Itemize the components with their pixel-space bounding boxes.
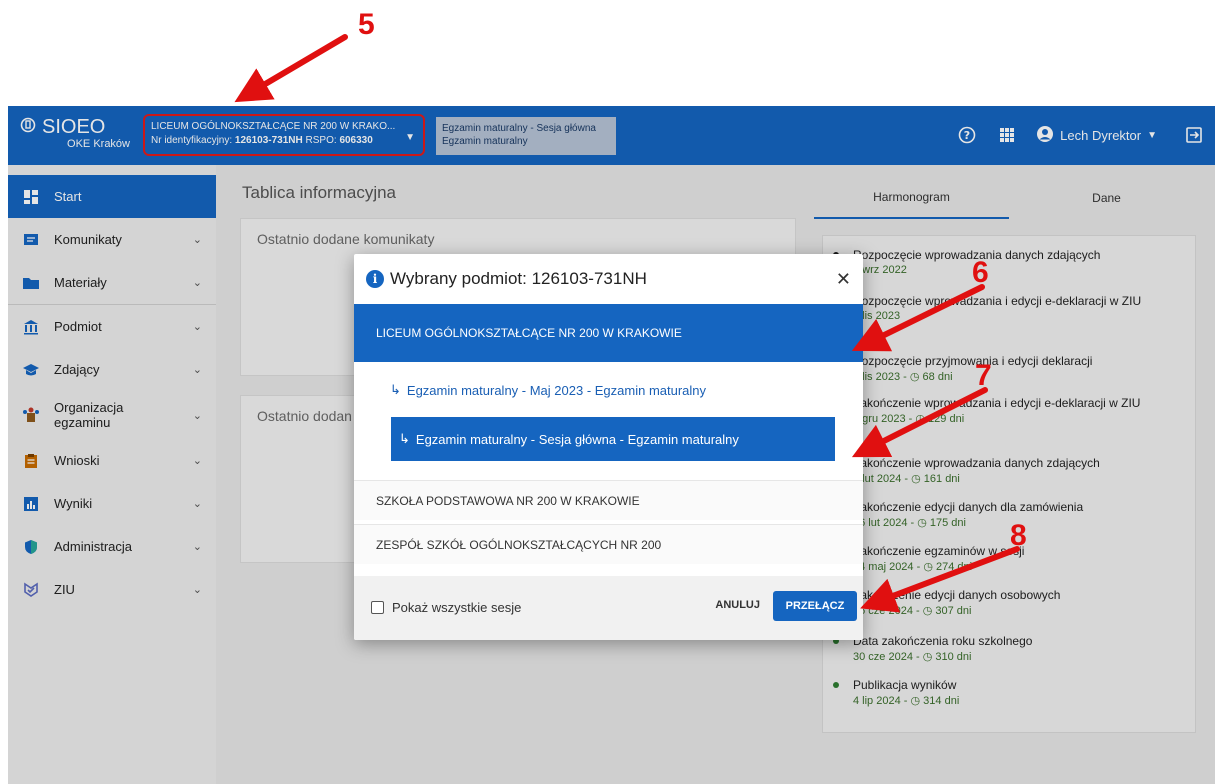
close-icon[interactable]: ✕: [836, 269, 851, 290]
show-all-sessions-checkbox[interactable]: Pokaż wszystkie sesje: [371, 600, 521, 615]
page: 5 SIOEO OKE Kraków LICEUM OGÓLNOKSZTAŁCĄ…: [0, 0, 1215, 784]
dialog-header: i Wybrany podmiot: 126103-731NH ✕: [354, 254, 863, 304]
exam-option[interactable]: ↳ Egzamin maturalny - Maj 2023 - Egzamin…: [390, 382, 706, 398]
dialog-footer: Pokaż wszystkie sesje ANULUJ PRZEŁĄCZ: [354, 576, 863, 640]
dialog-title: Wybrany podmiot: 126103-731NH: [390, 269, 647, 288]
school-option[interactable]: SZKOŁA PODSTAWOWA NR 200 W KRAKOWIE: [354, 480, 863, 520]
arrow-5: [234, 34, 348, 103]
annotation-number-7: 7: [975, 359, 992, 392]
annotation-number-8: 8: [1010, 519, 1027, 552]
switch-button[interactable]: PRZEŁĄCZ: [773, 591, 857, 621]
school-option-selected[interactable]: LICEUM OGÓLNOKSZTAŁCĄCE NR 200 W KRAKOWI…: [354, 304, 863, 362]
sub-arrow-icon: ↳: [390, 382, 401, 397]
select-entity-dialog: i Wybrany podmiot: 126103-731NH ✕ LICEUM…: [354, 254, 863, 640]
info-icon: i: [366, 270, 384, 288]
checkbox-label: Pokaż wszystkie sesje: [392, 600, 522, 615]
cancel-button[interactable]: ANULUJ: [715, 599, 760, 611]
school-option[interactable]: ZESPÓŁ SZKÓŁ OGÓLNOKSZTAŁCĄCYCH NR 200: [354, 524, 863, 564]
annotation-number-6: 6: [972, 256, 989, 289]
sub-arrow-icon: ↳: [399, 431, 410, 446]
annotation-number-5: 5: [358, 8, 375, 41]
exam-option-selected[interactable]: ↳ Egzamin maturalny - Sesja główna - Egz…: [391, 417, 835, 461]
checkbox-icon: [371, 601, 384, 614]
